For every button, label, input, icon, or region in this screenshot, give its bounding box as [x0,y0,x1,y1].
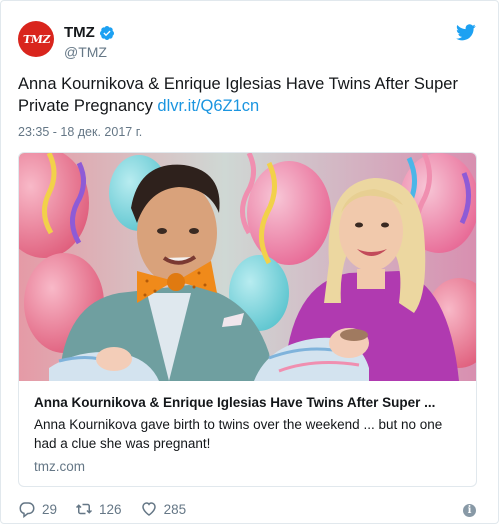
timestamp[interactable]: 23:35 - 18 дек. 2017 г. [18,125,142,139]
tweet-link[interactable]: dlvr.it/Q6Z1cn [157,97,259,115]
verified-badge-icon [99,25,114,40]
retweet-icon [76,503,93,515]
display-name[interactable]: TMZ [64,24,95,41]
twitter-bird-icon[interactable] [456,24,476,41]
card-title[interactable]: Anna Kournikova & Enrique Iglesias Have … [34,395,435,410]
author-name-row[interactable]: TMZ [64,24,115,41]
info-icon[interactable]: i [463,504,476,517]
link-preview-card[interactable]: Anna Kournikova & Enrique Iglesias Have … [18,152,477,487]
handle[interactable]: @TMZ [64,44,107,60]
avatar[interactable]: TMZ [18,21,54,57]
card-photo [19,153,476,381]
card-image[interactable] [19,153,476,381]
heart-icon [141,502,156,516]
like-count: 285 [163,501,187,517]
avatar-logo-text: TMZ [21,32,51,46]
card-description: Anna Kournikova gave birth to twins over… [34,417,443,451]
retweet-button[interactable]: 126 [75,500,122,518]
reply-count: 29 [42,501,58,517]
tweet-card: TMZ TMZ @TMZ Anna Kournikova & Enrique I… [0,0,499,524]
tweet-text: Anna Kournikova & Enrique Iglesias Have … [18,73,478,117]
like-button[interactable]: 285 [140,500,187,518]
tweet-actions: 29 126 285 [18,500,186,518]
retweet-count: 126 [99,501,122,517]
card-domain: tmz.com [34,459,86,474]
reply-button[interactable]: 29 [18,500,57,518]
reply-icon [19,502,35,518]
